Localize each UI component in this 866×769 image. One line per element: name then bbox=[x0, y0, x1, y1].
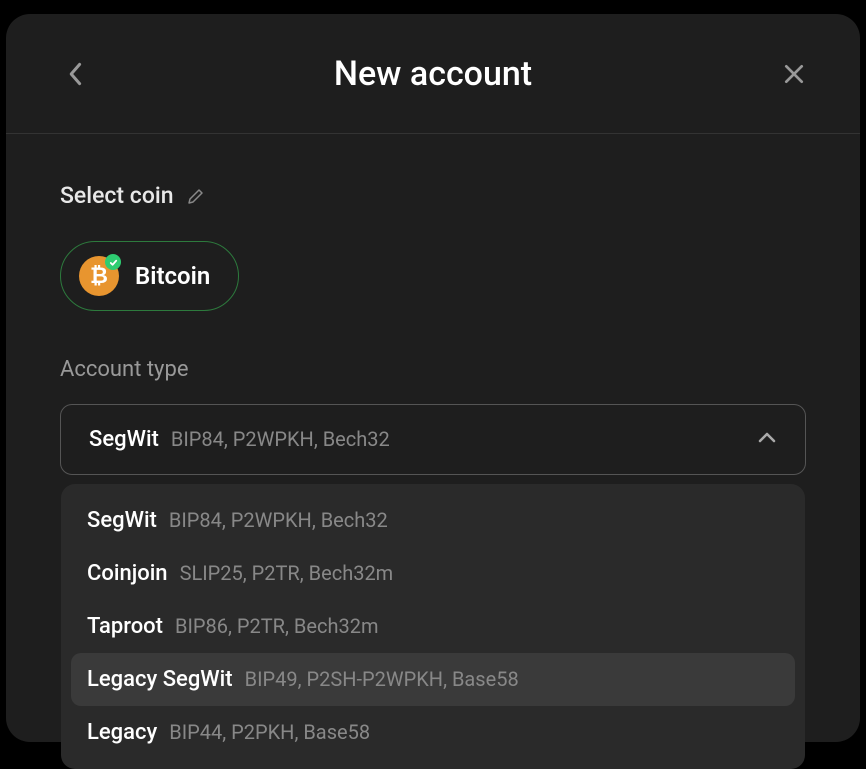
coin-chip-bitcoin[interactable]: ₿ Bitcoin bbox=[60, 241, 239, 311]
select-primary: SegWit bbox=[89, 427, 159, 452]
modal-content: Select coin ₿ Bitcoin Account type SegWi… bbox=[6, 134, 860, 742]
edit-icon[interactable] bbox=[188, 188, 204, 204]
option-secondary: BIP86, P2TR, Bech32m bbox=[175, 614, 378, 638]
modal-title: New account bbox=[334, 54, 532, 94]
check-badge bbox=[105, 254, 121, 270]
account-type-option[interactable]: Legacy SegWit BIP49, P2SH-P2WPKH, Base58 bbox=[71, 653, 795, 706]
account-type-option[interactable]: Taproot BIP86, P2TR, Bech32m bbox=[71, 600, 795, 653]
account-type-option[interactable]: Coinjoin SLIP25, P2TR, Bech32m bbox=[71, 547, 795, 600]
option-secondary: BIP84, P2WPKH, Bech32 bbox=[169, 508, 388, 532]
option-primary: Coinjoin bbox=[87, 561, 168, 586]
select-coin-text: Select coin bbox=[60, 182, 174, 209]
select-value: SegWit BIP84, P2WPKH, Bech32 bbox=[89, 427, 390, 452]
coin-name: Bitcoin bbox=[135, 262, 210, 290]
chevron-up-icon bbox=[757, 430, 777, 449]
chevron-left-icon bbox=[68, 62, 84, 86]
option-primary: Legacy bbox=[87, 720, 157, 745]
back-button[interactable] bbox=[62, 60, 90, 88]
option-primary: SegWit bbox=[87, 508, 157, 533]
option-secondary: BIP49, P2SH-P2WPKH, Base58 bbox=[245, 667, 519, 691]
new-account-modal: New account Select coin ₿ Bitcoin Accoun… bbox=[6, 14, 860, 742]
close-button[interactable] bbox=[780, 60, 808, 88]
account-type-label: Account type bbox=[60, 357, 806, 382]
modal-header: New account bbox=[6, 14, 860, 134]
select-coin-label: Select coin bbox=[60, 182, 806, 209]
option-primary: Legacy SegWit bbox=[87, 667, 233, 692]
option-primary: Taproot bbox=[87, 614, 163, 639]
option-secondary: SLIP25, P2TR, Bech32m bbox=[180, 561, 394, 585]
check-icon bbox=[109, 258, 118, 267]
close-icon bbox=[783, 63, 805, 85]
select-secondary: BIP84, P2WPKH, Bech32 bbox=[171, 427, 390, 451]
coin-icon-wrap: ₿ bbox=[79, 256, 119, 296]
account-type-option[interactable]: SegWit BIP84, P2WPKH, Bech32 bbox=[71, 494, 795, 547]
account-type-dropdown: SegWit BIP84, P2WPKH, Bech32 Coinjoin SLIP2… bbox=[61, 484, 805, 769]
option-secondary: BIP44, P2PKH, Base58 bbox=[169, 720, 370, 744]
account-type-option[interactable]: Legacy BIP44, P2PKH, Base58 bbox=[71, 706, 795, 759]
account-type-select[interactable]: SegWit BIP84, P2WPKH, Bech32 SegWit BIP84… bbox=[60, 404, 806, 475]
